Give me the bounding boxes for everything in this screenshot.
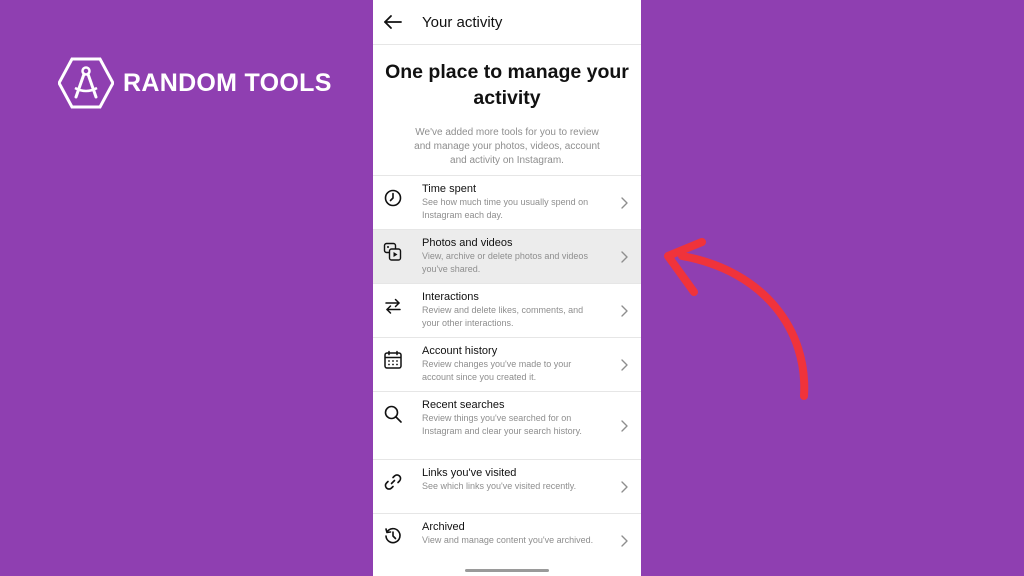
home-indicator xyxy=(465,569,549,572)
menu-item-recent-searches[interactable]: Recent searches Review things you've sea… xyxy=(373,391,641,459)
page-title: Your activity xyxy=(422,13,503,31)
menu-item-account-history[interactable]: Account history Review changes you've ma… xyxy=(373,337,641,391)
curved-arrow-annotation xyxy=(664,238,809,400)
menu-item-subtitle: Review things you've searched for on Ins… xyxy=(422,413,582,436)
menu-item-archived[interactable]: Archived View and manage content you've … xyxy=(373,513,641,567)
menu-item-subtitle: See how much time you usually spend on I… xyxy=(422,197,589,220)
menu-item-title: Time spent xyxy=(422,183,477,195)
menu-item-subtitle: Review changes you've made to your accou… xyxy=(422,359,572,382)
menu-item-photos-and-videos[interactable]: Photos and videos View, archive or delet… xyxy=(373,229,641,283)
menu-item-links-visited[interactable]: Links you've visited See which links you… xyxy=(373,459,641,513)
menu-item-time-spent[interactable]: Time spent See how much time you usually… xyxy=(373,175,641,229)
menu-item-title: Links you've visited xyxy=(422,467,517,479)
menu-item-subtitle: View, archive or delete photos and video… xyxy=(422,251,588,274)
chevron-right-icon xyxy=(621,419,628,432)
menu-item-title: Account history xyxy=(422,345,498,357)
link-icon xyxy=(384,474,402,490)
menu-item-title: Photos and videos xyxy=(422,237,513,249)
menu-item-title: Recent searches xyxy=(422,399,505,411)
chevron-right-icon xyxy=(621,358,628,371)
activity-menu: Time spent See how much time you usually… xyxy=(373,175,641,567)
menu-item-title: Archived xyxy=(422,521,465,533)
intro-section: One place to manage your activity We've … xyxy=(373,45,641,168)
menu-item-interactions[interactable]: Interactions Review and delete likes, co… xyxy=(373,283,641,337)
arrow-left-icon[interactable] xyxy=(382,11,404,33)
menu-item-subtitle: Review and delete likes, comments, and y… xyxy=(422,305,584,328)
top-bar: Your activity xyxy=(373,0,641,45)
compass-hexagon-icon xyxy=(58,57,114,109)
arrows-exchange-icon xyxy=(385,298,401,314)
intro-description: We've added more tools for you to review… xyxy=(414,127,600,166)
menu-item-subtitle: View and manage content you've archived. xyxy=(422,535,594,545)
intro-headline: One place to manage your activity xyxy=(385,61,629,109)
chevron-right-icon xyxy=(621,304,628,317)
chevron-right-icon xyxy=(621,480,628,493)
menu-item-subtitle: See which links you've visited recently. xyxy=(422,481,577,491)
chevron-right-icon xyxy=(621,534,628,547)
brand-name: RANDOM TOOLS xyxy=(123,68,332,97)
chevron-right-icon xyxy=(621,250,628,263)
search-icon xyxy=(384,405,402,423)
brand-logo-area: RANDOM TOOLS xyxy=(58,57,332,109)
calendar-icon xyxy=(384,350,402,369)
photos-video-icon xyxy=(383,242,402,261)
history-icon xyxy=(385,527,401,544)
chevron-right-icon xyxy=(621,196,628,209)
clock-icon xyxy=(384,189,402,207)
phone-screen: Your activity One place to manage your a… xyxy=(373,0,641,576)
menu-item-title: Interactions xyxy=(422,291,479,303)
